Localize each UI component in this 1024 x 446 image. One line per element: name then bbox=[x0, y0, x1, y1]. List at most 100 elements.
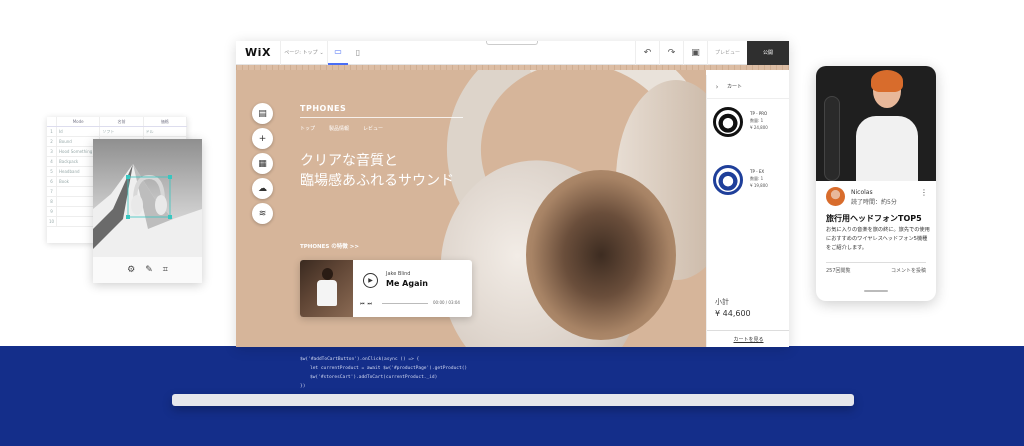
cart-item[interactable]: TP - PRO 数量: 1 ¥ 24,800 bbox=[707, 107, 789, 157]
spreadsheet-header-cell: 価格 bbox=[144, 117, 187, 126]
avatar bbox=[826, 187, 845, 206]
subtotal-value: ¥ 44,600 bbox=[715, 309, 751, 318]
page-selector-label: ページ: トップ bbox=[284, 50, 318, 56]
table-cell: 7 bbox=[47, 187, 57, 196]
table-row: 1 Id ソフト ドル bbox=[47, 127, 187, 137]
page-selector[interactable]: ページ: トップ ⌄ bbox=[280, 41, 328, 65]
next-icon[interactable]: ⏭ bbox=[368, 301, 373, 307]
wix-logo: WiX bbox=[245, 46, 271, 59]
photo-editor-card: ⚙ ✎ ⌗ bbox=[93, 139, 202, 283]
post-author: Nicolas bbox=[851, 189, 873, 196]
code-line: $w('#storesCart').addToCart(currentProdu… bbox=[310, 375, 438, 380]
table-cell: 2 bbox=[47, 137, 57, 146]
table-cell: 8 bbox=[47, 197, 57, 206]
track-time: 00:00 / 03:04 bbox=[433, 300, 460, 305]
site-canvas: ▤ + ▦ ☁ ≋ TPHONES トップ 製品情報 レビュー クリアな音質と … bbox=[236, 70, 706, 347]
upload-icon[interactable]: ☁ bbox=[252, 178, 273, 199]
blog-cover-photo bbox=[816, 66, 936, 181]
hero-line-2: 臨場感あふれるサウンド bbox=[300, 173, 454, 189]
spreadsheet-header-cell bbox=[47, 117, 57, 126]
top-tab-handle[interactable] bbox=[486, 41, 538, 45]
site-brand: TPHONES bbox=[300, 104, 347, 113]
desktop-view-icon[interactable]: ▭ bbox=[328, 41, 348, 65]
database-icon[interactable]: ≋ bbox=[252, 203, 273, 224]
cart-title: カート bbox=[727, 84, 743, 90]
mountain-headphone-illustration bbox=[93, 164, 202, 257]
cart-item-price: ¥ 24,800 bbox=[750, 125, 768, 130]
table-cell: ソフト bbox=[100, 127, 144, 136]
chevron-right-icon[interactable]: › bbox=[707, 83, 727, 91]
play-icon[interactable]: ▶ bbox=[363, 273, 378, 288]
hero-heading: クリアな音質と 臨場感あふれるサウンド bbox=[300, 151, 454, 191]
headphone-thumbnail bbox=[713, 107, 743, 137]
cart-panel: › カート TP - PRO 数量: 1 ¥ 24,800 TP - EX 数量… bbox=[706, 75, 789, 347]
gear-icon[interactable]: ⚙ bbox=[127, 265, 135, 275]
track-title: Me Again bbox=[386, 279, 428, 288]
code-snippet: $w('#addToCartButton').onClick(async () … bbox=[300, 355, 467, 391]
mobile-view-icon[interactable]: ▯ bbox=[348, 41, 368, 65]
publish-button[interactable]: 公開 bbox=[747, 41, 789, 65]
table-cell: 3 bbox=[47, 147, 57, 156]
add-icon[interactable]: + bbox=[252, 128, 273, 149]
pages-icon[interactable]: ▤ bbox=[252, 103, 273, 124]
pen-icon[interactable]: ✎ bbox=[145, 265, 153, 275]
player-controls: ⏮ ⏭ bbox=[360, 301, 372, 307]
chevron-down-icon: ⌄ bbox=[319, 49, 324, 56]
headphone-ear-pad bbox=[526, 170, 676, 340]
cart-header: › カート bbox=[707, 75, 789, 99]
subtotal-label: 小計 bbox=[715, 298, 729, 306]
post-read-time: 読了時間：約5分 bbox=[851, 199, 897, 206]
cart-item-qty: 数量: 1 bbox=[750, 118, 764, 123]
photo-toolbar: ⚙ ✎ ⌗ bbox=[93, 257, 202, 283]
progress-bar[interactable] bbox=[382, 303, 428, 304]
more-icon[interactable]: ⋮ bbox=[920, 188, 928, 197]
code-line: }) bbox=[300, 384, 306, 389]
features-link[interactable]: TPHONES の特徴 >> bbox=[300, 242, 359, 250]
post-excerpt: お気に入りの音楽を旅の終に。旅先での使用におすすめのワイヤレスヘッドフォン5機種… bbox=[826, 227, 930, 251]
nav-item-top[interactable]: トップ bbox=[300, 125, 315, 132]
cart-item-name: TP - EX bbox=[750, 169, 765, 174]
headphone-thumbnail bbox=[713, 165, 743, 195]
spreadsheet-header: Mode 名前 価格 bbox=[47, 117, 187, 127]
track-artist: Jake Blind bbox=[386, 271, 411, 277]
view-cart-link[interactable]: カートを見る bbox=[707, 330, 789, 347]
table-cell: 5 bbox=[47, 167, 57, 176]
editor-left-toolbar: ▤ + ▦ ☁ ≋ bbox=[252, 103, 274, 224]
brand-divider bbox=[300, 117, 463, 118]
cart-item[interactable]: TP - EX 数量: 1 ¥ 19,800 bbox=[707, 165, 789, 215]
save-icon[interactable]: ▣ bbox=[683, 41, 707, 65]
previous-icon[interactable]: ⏮ bbox=[360, 301, 365, 307]
post-title[interactable]: 旅行用ヘッドフォンTOP5 bbox=[826, 213, 922, 224]
post-views: 257回閲覧 bbox=[826, 268, 851, 274]
phone-mockup: Nicolas 読了時間：約5分 ⋮ 旅行用ヘッドフォンTOP5 お気に入りの音… bbox=[816, 66, 936, 301]
site-nav: トップ 製品情報 レビュー bbox=[300, 125, 383, 132]
preview-button[interactable]: プレビュー bbox=[707, 41, 747, 65]
spreadsheet-header-cell: 名前 bbox=[100, 117, 144, 126]
table-cell: 1 bbox=[47, 127, 57, 136]
cart-item-price: ¥ 19,800 bbox=[750, 183, 768, 188]
divider bbox=[826, 262, 926, 263]
nav-item-reviews[interactable]: レビュー bbox=[363, 125, 383, 132]
editor-window: WiX ページ: トップ ⌄ ▭ ▯ ↶ ↷ ▣ プレビュー 公開 ▤ + ▦ … bbox=[236, 41, 789, 347]
hero-line-1: クリアな音質と bbox=[300, 153, 398, 169]
redo-icon[interactable]: ↷ bbox=[659, 41, 683, 65]
spreadsheet-header-cell: Mode bbox=[57, 117, 101, 126]
undo-icon[interactable]: ↶ bbox=[635, 41, 659, 65]
table-cell: Id bbox=[57, 127, 101, 136]
music-player: ▶ Jake Blind Me Again ⏮ ⏭ 00:00 / 03:04 bbox=[300, 260, 472, 317]
post-comment-link[interactable]: コメントを投稿 bbox=[891, 267, 926, 274]
cart-item-qty: 数量: 1 bbox=[750, 176, 764, 181]
crop-icon[interactable]: ⌗ bbox=[163, 265, 168, 275]
code-line: let currentProduct = await $w('#productP… bbox=[310, 366, 468, 371]
nav-item-products[interactable]: 製品情報 bbox=[329, 125, 349, 132]
code-line: $w('#addToCartButton').onClick(async () … bbox=[300, 357, 420, 362]
laptop-base bbox=[172, 394, 854, 406]
table-cell: 9 bbox=[47, 207, 57, 216]
apps-icon[interactable]: ▦ bbox=[252, 153, 273, 174]
home-indicator bbox=[864, 290, 888, 292]
table-cell: 4 bbox=[47, 157, 57, 166]
cart-item-name: TP - PRO bbox=[750, 111, 768, 116]
table-cell: ドル bbox=[144, 127, 187, 136]
table-cell: 10 bbox=[47, 217, 57, 226]
table-cell: 6 bbox=[47, 177, 57, 186]
